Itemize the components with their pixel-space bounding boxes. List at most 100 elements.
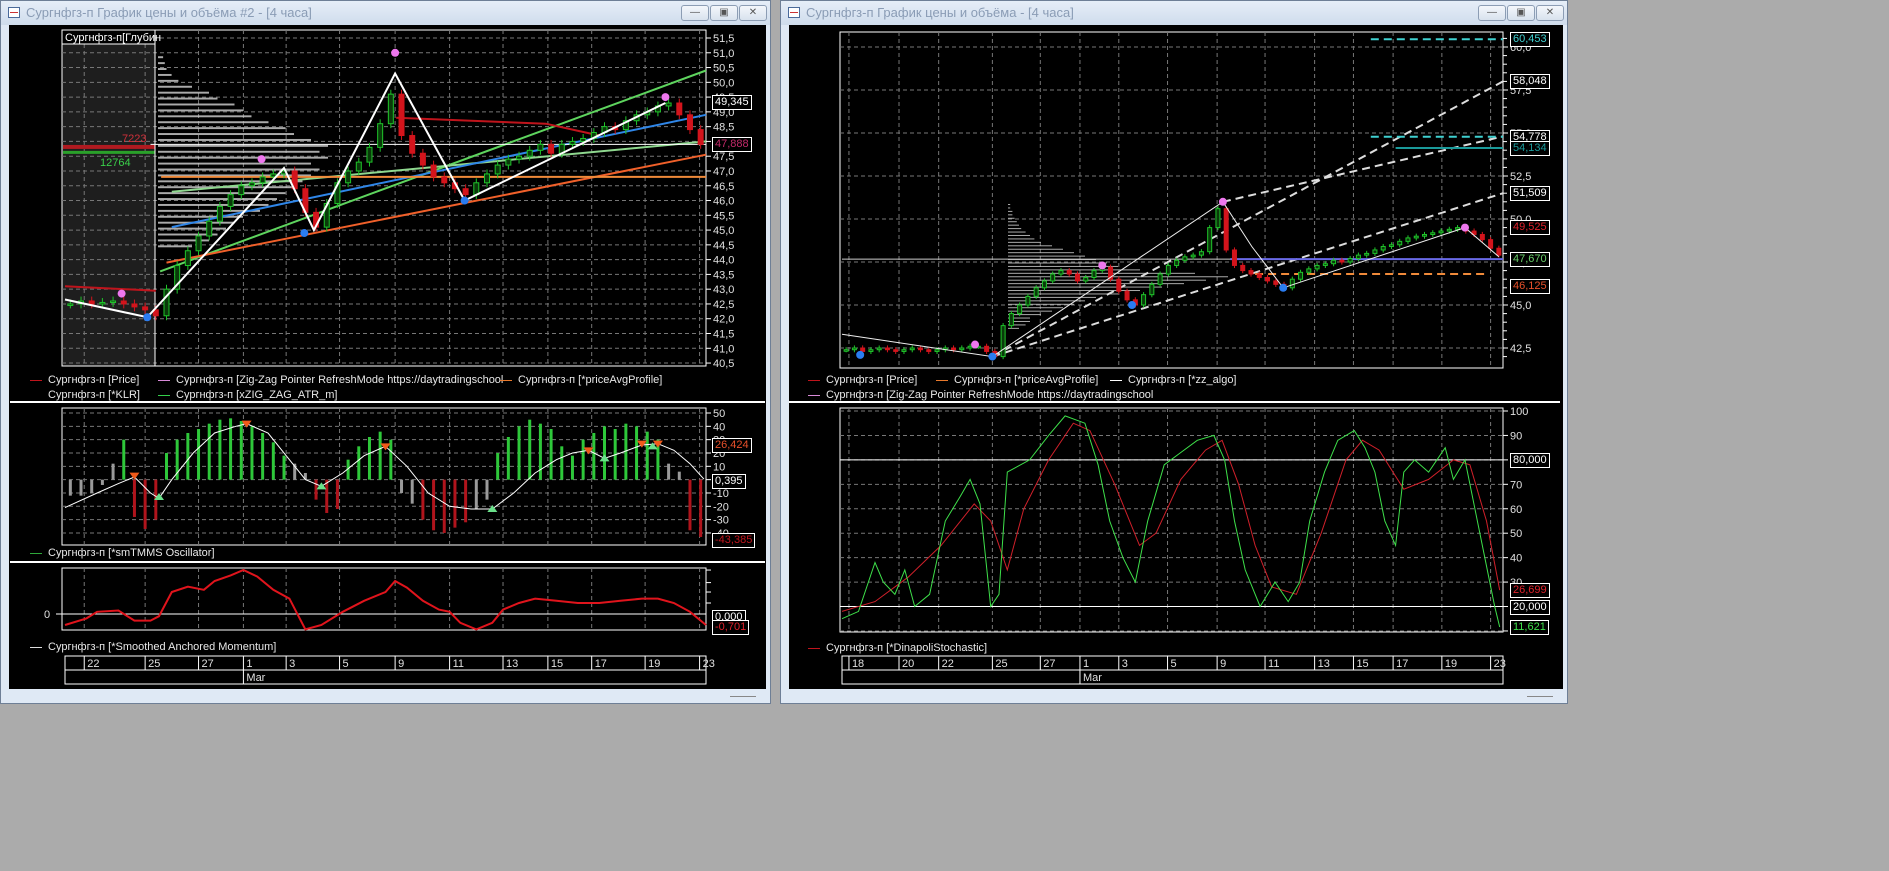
legend-swatch xyxy=(500,379,512,381)
pivot-high-marker xyxy=(391,48,400,57)
axis-tick-label: 42,5 xyxy=(713,299,734,311)
axis-value-label: 46,125 xyxy=(1510,278,1550,294)
axis-tick-label: 47,0 xyxy=(713,166,734,178)
date-label: 23 xyxy=(703,658,715,670)
axis-value-label: 49,525 xyxy=(1510,220,1550,236)
left-price-candle xyxy=(441,176,448,184)
left-price-candle xyxy=(409,135,416,154)
volume-profile-bar xyxy=(1008,231,1026,233)
right-price-candle xyxy=(1050,273,1056,282)
date-label: 5 xyxy=(1171,658,1177,670)
pivot-low-marker xyxy=(143,313,152,322)
left-price-candle xyxy=(216,205,223,222)
month-label: Mar xyxy=(1083,672,1102,684)
right-price-candle xyxy=(1496,247,1502,256)
axis-tick-label: 90 xyxy=(1510,430,1522,442)
left-price-candle xyxy=(120,300,127,305)
date-label: 9 xyxy=(398,658,404,670)
left-price-candle xyxy=(505,158,512,166)
legend-label: Сургнфгз-п [*KLR] xyxy=(48,389,140,401)
legend-item[interactable]: Сургнфгз-п [*smTMMS Oscillator] xyxy=(30,546,215,560)
axis-value-label: 20,000 xyxy=(1510,599,1550,615)
volume-profile-bar xyxy=(1008,310,1052,312)
volume-profile-bar xyxy=(158,215,243,218)
right-price-candle xyxy=(868,349,874,352)
legend-swatch xyxy=(30,395,42,396)
right-price-candle xyxy=(1141,294,1147,306)
right-price-candle xyxy=(1157,273,1163,285)
right-price-candle xyxy=(1322,263,1328,266)
right-price-candle xyxy=(1017,304,1023,315)
legend-swatch xyxy=(30,552,42,554)
right-price-candle xyxy=(1422,233,1428,237)
right-price-candle xyxy=(1041,280,1047,289)
volume-profile-bar xyxy=(1008,283,1184,285)
legend-item[interactable]: Сургнфгз-п [*Smoothed Anchored Momentum] xyxy=(30,640,276,654)
legend-item[interactable]: Сургнфгз-п [*zz_algo] xyxy=(1110,373,1237,387)
depth-bid-volume: 12764 xyxy=(100,157,131,169)
left-price-candle xyxy=(67,303,74,306)
depth-ask-bar xyxy=(63,144,155,149)
left-price-candle xyxy=(697,129,704,145)
date-label: 19 xyxy=(1445,658,1457,670)
date-label: 3 xyxy=(289,658,295,670)
legend-swatch xyxy=(808,647,820,649)
legend-item[interactable]: Сургнфгз-п [*KLR] xyxy=(30,388,140,402)
volume-profile-bar xyxy=(1008,252,1074,254)
pivot-low-marker xyxy=(988,352,997,361)
left-price-candle xyxy=(131,303,138,308)
legend-item[interactable]: Сургнфгз-п [Price] xyxy=(30,373,139,387)
legend-item[interactable]: Сургнфгз-п [xZIG_ZAG_ATR_m] xyxy=(158,388,337,402)
legend-label: Сургнфгз-п [Zig-Zag Pointer RefreshMode … xyxy=(176,374,504,386)
date-label: 23 xyxy=(1494,658,1506,670)
legend-item[interactable]: Сургнфгз-п [*DinapoliStochastic] xyxy=(808,641,987,655)
left-price-candle xyxy=(195,235,202,252)
right-price-candle xyxy=(860,347,866,352)
right-price-candle xyxy=(967,345,973,349)
right-price-candle xyxy=(876,347,882,351)
pivot-low-marker xyxy=(460,196,469,205)
axis-tick-label: 44,5 xyxy=(713,240,734,252)
pivot-high-marker xyxy=(257,155,266,164)
axis-tick-label: 45,5 xyxy=(713,210,734,222)
volume-profile-bar xyxy=(158,115,252,118)
left-price-candle xyxy=(366,146,373,163)
right-price-candle xyxy=(1355,254,1361,260)
right-price-candle xyxy=(1025,295,1031,306)
axis-value-label: 51,509 xyxy=(1510,186,1550,202)
volume-profile-bar xyxy=(1008,221,1017,223)
osc-hist-label: -43,385 xyxy=(712,533,756,548)
axis-tick-label: 50,5 xyxy=(713,63,734,75)
legend-item[interactable]: Сургнфгз-п [*priceAvgProfile] xyxy=(500,373,662,387)
volume-profile-bar xyxy=(158,227,226,230)
left-price-candle xyxy=(110,300,117,303)
left-price-candle xyxy=(665,102,672,107)
date-label: 18 xyxy=(852,658,864,670)
right-price-candle xyxy=(893,349,899,352)
pivot-high-marker xyxy=(1460,223,1469,232)
left-price-candle xyxy=(419,152,426,166)
left-momentum-frame xyxy=(61,567,707,631)
volume-profile-bar xyxy=(158,62,165,65)
legend-item[interactable]: Сургнфгз-п [Price] xyxy=(808,373,917,387)
date-label: 19 xyxy=(648,658,660,670)
axis-tick-label: 44,0 xyxy=(713,255,734,267)
volume-profile-bar xyxy=(158,192,286,195)
right-price-candle xyxy=(959,347,965,351)
right-price-candle xyxy=(1298,271,1304,280)
legend-label: Сургнфгз-п [xZIG_ZAG_ATR_m] xyxy=(176,389,338,401)
left-price-candle xyxy=(516,155,523,160)
legend-item[interactable]: Сургнфгз-п [*priceAvgProfile] xyxy=(936,373,1098,387)
stoch-slow-line xyxy=(841,422,1501,612)
left-price-candle xyxy=(142,306,149,311)
legend-item[interactable]: Сургнфгз-п [Zig-Zag Pointer RefreshMode … xyxy=(808,388,1153,402)
right-price-candle xyxy=(1372,249,1378,254)
axis-tick-label: 43,0 xyxy=(713,284,734,296)
left-price-candle xyxy=(537,143,544,151)
left-price-candle xyxy=(377,123,384,148)
date-label: 27 xyxy=(1043,658,1055,670)
date-label: 11 xyxy=(453,658,464,670)
right-stoch-panel-frame xyxy=(839,407,1504,633)
right-price-panel-frame xyxy=(839,31,1504,369)
legend-item[interactable]: Сургнфгз-п [Zig-Zag Pointer RefreshMode … xyxy=(158,373,503,387)
